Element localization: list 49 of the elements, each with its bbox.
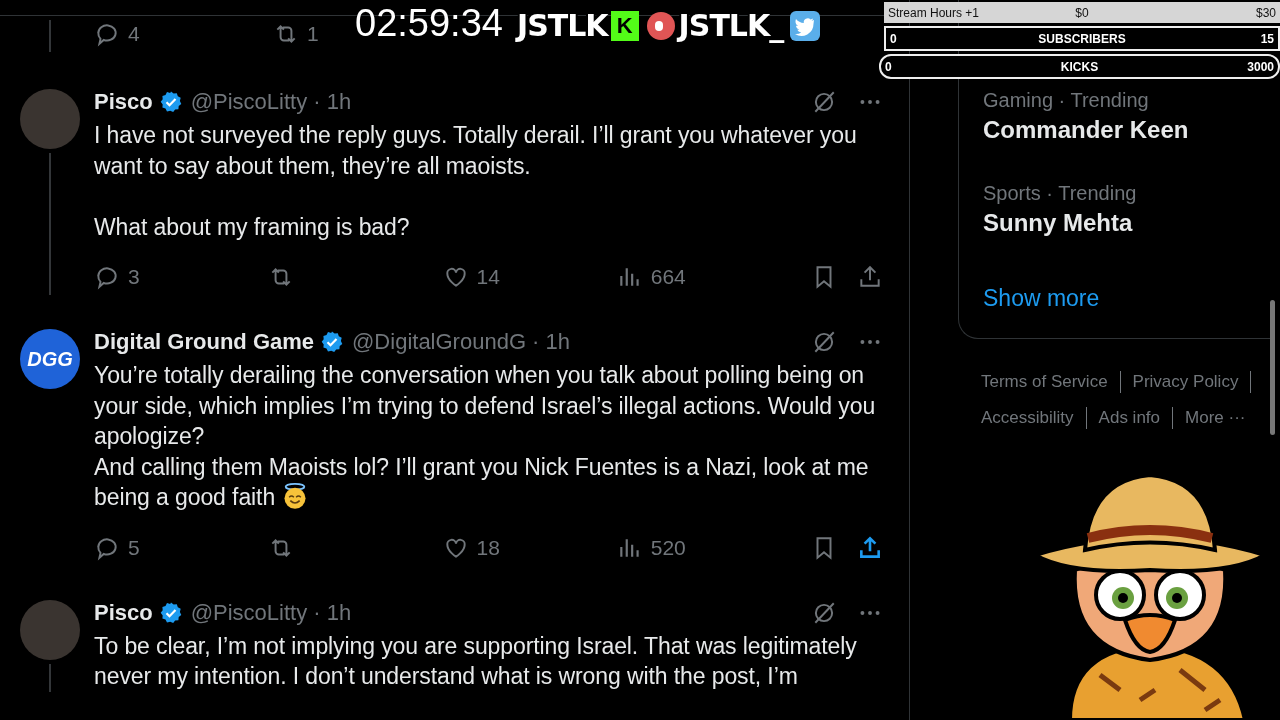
channel-logo: JSTLK_	[678, 8, 784, 43]
avatar-logo[interactable]: DGG	[20, 329, 80, 389]
bird-icon	[790, 10, 821, 41]
tweet-text: To be clear, I’m not implying you are supporting Israel. That was legitimately never my intention. I don’t understand what is wrong with the post, I’m	[94, 631, 858, 691]
show-more-link[interactable]: Show more	[983, 283, 1270, 313]
reply-icon	[94, 264, 120, 290]
reply-icon	[94, 21, 120, 47]
trend-name[interactable]: Sunny Mehta	[983, 208, 1270, 238]
tweet-text: I have not surveyed the reply guys. Totally derail. I’ll grant you whatever you want to say about them, they’re all maoists. What about my framing is bad?	[94, 121, 858, 242]
record-icon	[645, 10, 676, 41]
goal-label: SUBSCRIBERS	[1037, 31, 1127, 46]
goal-target: 15	[1259, 31, 1274, 46]
handle-and-time: @PiscoLitty · 1h	[190, 599, 352, 626]
views-button[interactable]: 520	[616, 534, 686, 561]
goal-label: $0	[1074, 5, 1090, 20]
footer-link[interactable]: Ads info	[1098, 407, 1174, 429]
trend-name[interactable]: Commander Keen	[983, 115, 1270, 145]
goal-start: 0	[885, 59, 893, 74]
views-button[interactable]: 664	[616, 264, 686, 290]
reply-button[interactable]: 4	[94, 21, 140, 47]
goal-start: Stream Hours +1	[888, 5, 981, 20]
footer-link[interactable]: Privacy Policy	[1132, 371, 1252, 393]
channel-logo: JSTLK	[517, 8, 608, 43]
goal-target: $30	[1254, 5, 1276, 20]
reply-button[interactable]: 5	[94, 534, 140, 561]
goal-target: 3000	[1246, 59, 1274, 74]
handle-and-time: @PiscoLitty · 1h	[190, 89, 352, 115]
share-icon[interactable]	[857, 534, 883, 561]
author-name[interactable]: Digital Ground Game	[94, 329, 315, 355]
footer-link[interactable]: More ···	[1185, 407, 1258, 429]
stream-timer: 02:59:34	[355, 2, 503, 45]
kick-logo: K	[610, 10, 639, 41]
footer-link[interactable]: Accessibility	[981, 407, 1087, 429]
trend-category: Gaming · Trending	[983, 88, 1150, 112]
goal-start: 0	[890, 31, 898, 46]
scrollbar-thumb[interactable]	[1270, 300, 1275, 435]
goal-label: KICKS	[1059, 59, 1100, 74]
tweet-text: You’re totally derailing the conversation when you talk about polling being on your side, which implies I’m trying to defend Israel’s illegal actions. Would you apologize? And calling them Maoists lol? I’ll grant you Nick Fuentes is a Nazi, look at me being a good faith	[94, 361, 877, 512]
thread-line	[49, 20, 51, 52]
like-button[interactable]: 14	[442, 264, 500, 290]
repost-button[interactable]: 1	[273, 21, 319, 47]
like-button[interactable]: 18	[442, 534, 500, 561]
reply-button[interactable]: 3	[94, 264, 140, 290]
trend-category: Sports · Trending	[983, 181, 1138, 205]
author-name[interactable]: Pisco	[94, 599, 153, 626]
author-name[interactable]: Pisco	[94, 89, 153, 115]
footer-link[interactable]: Terms of Service	[981, 371, 1121, 393]
handle-and-time: @DigitalGroundG · 1h	[352, 329, 570, 355]
share-icon[interactable]	[857, 264, 883, 290]
